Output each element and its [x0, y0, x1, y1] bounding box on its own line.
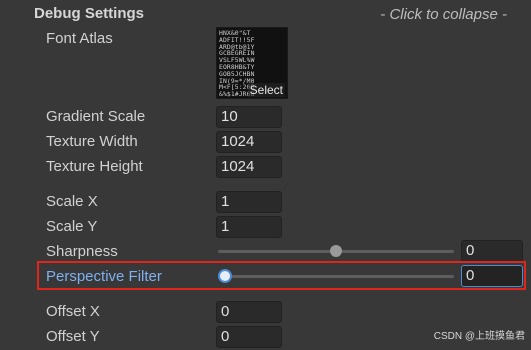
- perspective-filter-slider-thumb[interactable]: [218, 269, 232, 283]
- sharpness-slider-thumb[interactable]: [330, 245, 342, 257]
- perspective-filter-label: Perspective Filter: [46, 268, 162, 285]
- scale-y-label: Scale Y: [46, 218, 98, 235]
- sharpness-field[interactable]: 0: [461, 240, 523, 262]
- texture-width-label: Texture Width: [46, 133, 138, 150]
- gradient-scale-label: Gradient Scale: [46, 108, 146, 125]
- scale-y-field[interactable]: 1: [216, 216, 282, 238]
- sharpness-label: Sharpness: [46, 243, 118, 260]
- scale-x-label: Scale X: [46, 193, 98, 210]
- collapse-hint[interactable]: - Click to collapse -: [380, 6, 507, 23]
- font-atlas-label: Font Atlas: [46, 30, 113, 47]
- offset-x-field[interactable]: 0: [216, 301, 282, 323]
- font-atlas-select-button[interactable]: Select: [247, 83, 285, 97]
- watermark: CSDN @上班摸鱼君: [433, 331, 525, 342]
- perspective-filter-slider-track[interactable]: [218, 275, 454, 278]
- texture-width-field[interactable]: 1024: [216, 131, 282, 153]
- gradient-scale-field[interactable]: 10: [216, 106, 282, 128]
- scale-x-field[interactable]: 1: [216, 191, 282, 213]
- offset-y-label: Offset Y: [46, 328, 100, 345]
- texture-height-field[interactable]: 1024: [216, 156, 282, 178]
- offset-y-field[interactable]: 0: [216, 326, 282, 348]
- offset-x-label: Offset X: [46, 303, 100, 320]
- header-title[interactable]: Debug Settings: [34, 5, 144, 22]
- font-atlas-preview[interactable]: HNX&0"&T ADFIT!!5F ARD@tb@1Y GCBEGREIN V…: [216, 27, 288, 99]
- texture-height-label: Texture Height: [46, 158, 143, 175]
- perspective-filter-field[interactable]: 0: [461, 265, 523, 287]
